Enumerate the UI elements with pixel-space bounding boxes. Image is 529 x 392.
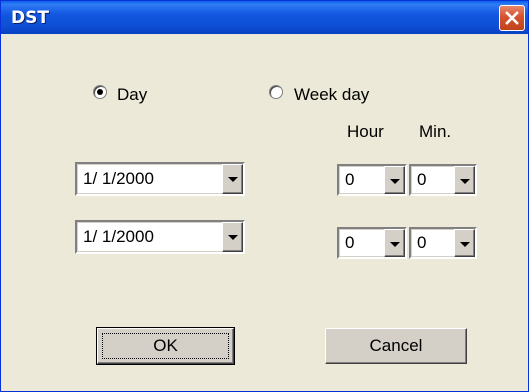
close-button[interactable]: [499, 5, 525, 31]
chevron-down-icon[interactable]: [454, 166, 475, 194]
hour-header: Hour: [347, 122, 384, 141]
ok-button[interactable]: OK: [96, 327, 235, 365]
chevron-down-icon[interactable]: [454, 229, 475, 257]
chevron-down-icon[interactable]: [384, 166, 405, 194]
title-bar[interactable]: DST: [1, 1, 528, 34]
start-hour-value: 0: [345, 170, 355, 189]
chevron-down-icon[interactable]: [222, 164, 243, 194]
ok-button-label: OK: [153, 336, 178, 355]
window-title: DST: [11, 8, 49, 28]
radio-selected-dot: [97, 89, 103, 95]
cancel-button-label: Cancel: [369, 336, 423, 355]
min-header: Min.: [419, 122, 452, 141]
radio-week-day[interactable]: [269, 85, 283, 99]
start-hour-combo[interactable]: 0: [337, 164, 407, 196]
end-hour-combo[interactable]: 0: [337, 227, 407, 259]
chevron-down-icon[interactable]: [384, 229, 405, 257]
radio-day-label[interactable]: Day: [117, 85, 147, 105]
start-date-value: 1/ 1/2000: [83, 169, 154, 188]
start-date-combo[interactable]: 1/ 1/2000: [75, 162, 245, 196]
close-icon: [505, 11, 519, 25]
cancel-button[interactable]: Cancel: [325, 328, 467, 364]
start-min-combo[interactable]: 0: [409, 164, 477, 196]
radio-week-day-label[interactable]: Week day: [294, 85, 369, 105]
start-min-value: 0: [417, 170, 427, 189]
end-min-combo[interactable]: 0: [409, 227, 477, 259]
dialog-body: Day Week day Hour Min. 1/ 1/2000 0 0 1/ …: [1, 34, 528, 391]
end-min-value: 0: [417, 233, 427, 252]
end-hour-value: 0: [345, 233, 355, 252]
dst-dialog: DST Day Week day Hour Min. 1/ 1/2000 0 0: [0, 0, 529, 392]
end-date-combo[interactable]: 1/ 1/2000: [75, 220, 245, 254]
chevron-down-icon[interactable]: [222, 222, 243, 252]
end-date-value: 1/ 1/2000: [83, 227, 154, 246]
radio-day[interactable]: [93, 85, 107, 99]
